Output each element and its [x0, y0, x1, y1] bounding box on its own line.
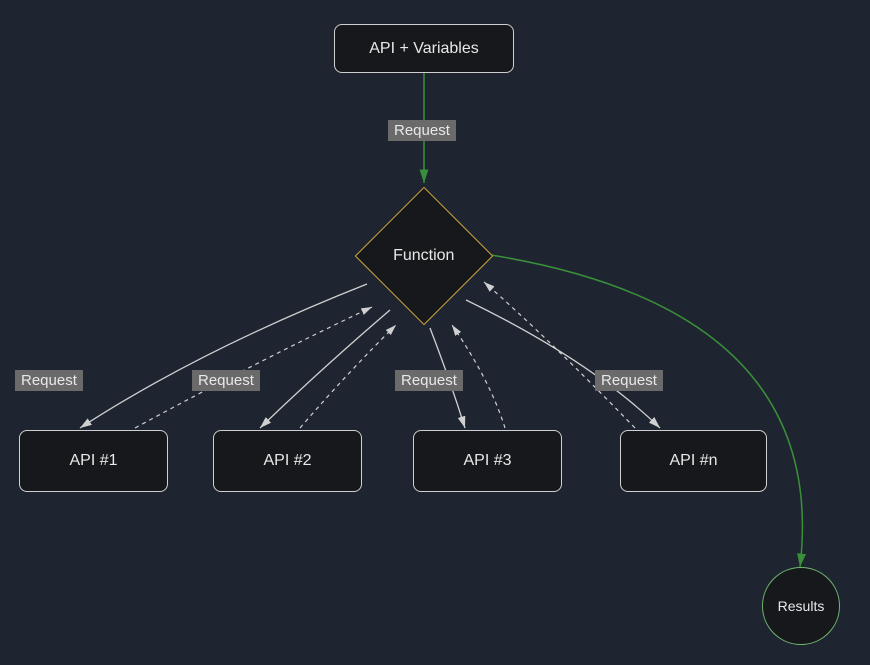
node-api-1-label: API #1	[69, 452, 117, 470]
node-api-1: API #1	[19, 430, 168, 492]
diagram-edges	[0, 0, 870, 665]
node-api-variables: API + Variables	[334, 24, 514, 73]
node-function-label: Function	[393, 247, 454, 265]
edge-label-req-n: Request	[595, 370, 663, 391]
edge-label-top-request: Request	[388, 120, 456, 141]
node-results: Results	[762, 567, 840, 645]
edge-label-req-1: Request	[15, 370, 83, 391]
node-api-n-label: API #n	[669, 452, 717, 470]
node-api-3-label: API #3	[463, 452, 511, 470]
node-api-3: API #3	[413, 430, 562, 492]
edge-label-req-3: Request	[395, 370, 463, 391]
node-api-variables-label: API + Variables	[369, 40, 479, 58]
node-api-2: API #2	[213, 430, 362, 492]
node-api-2-label: API #2	[263, 452, 311, 470]
edge-label-req-2: Request	[192, 370, 260, 391]
node-results-label: Results	[778, 598, 825, 614]
node-api-n: API #n	[620, 430, 767, 492]
